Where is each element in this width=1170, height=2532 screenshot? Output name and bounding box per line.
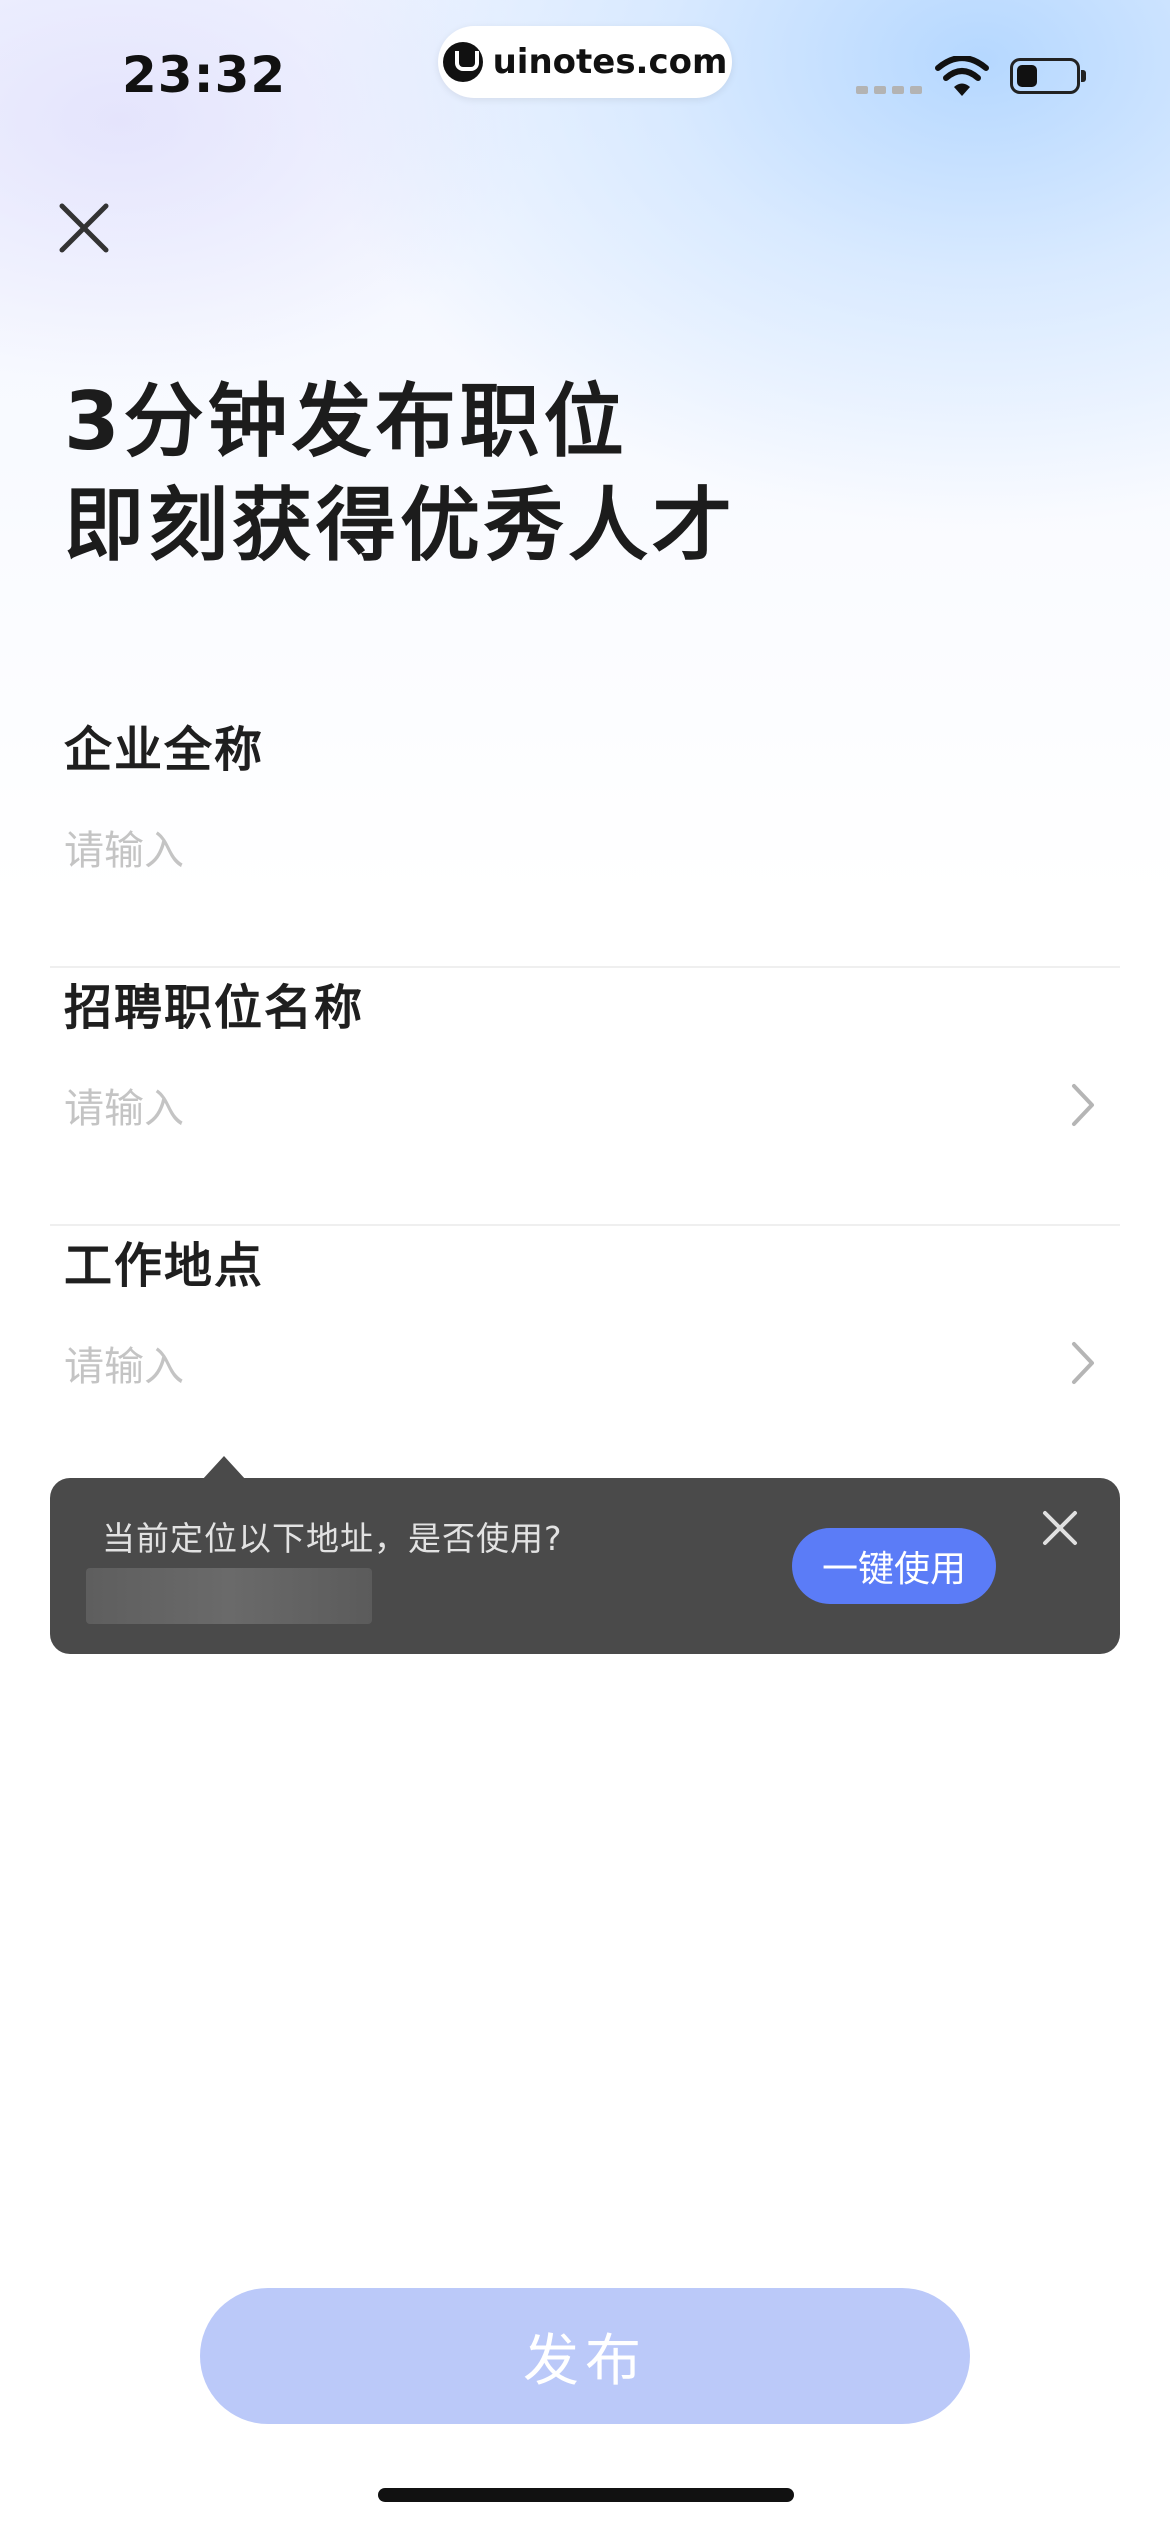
work-location-field[interactable]: 工作地点 [50,1226,1120,1426]
chevron-right-icon [1072,1084,1094,1126]
position-name-label: 招聘职位名称 [64,980,365,1036]
page-title-line2: 即刻获得优秀人才 [64,479,736,572]
company-name-label: 企业全称 [64,722,265,778]
battery-icon [1010,58,1086,94]
work-location-input[interactable] [64,1332,1024,1402]
wifi-icon [935,56,989,96]
battery-level-fill [1017,65,1037,87]
location-suggestion-message: 当前定位以下地址，是否使用? [102,1519,563,1558]
page-title: 3分钟发布职位 即刻获得优秀人才 [64,370,736,578]
status-time: 23:32 [122,46,287,104]
home-indicator[interactable] [378,2488,794,2502]
close-tooltip-icon[interactable] [1040,1508,1080,1548]
cellular-signal-icon [856,86,922,94]
use-location-button[interactable]: 一键使用 [792,1528,996,1604]
url-text: uinotes.com [492,42,728,82]
company-name-input[interactable] [64,816,1024,886]
page-title-line1: 3分钟发布职位 [64,375,628,468]
location-suggestion-tooltip: 当前定位以下地址，是否使用? 一键使用 [50,1456,1120,1654]
suggested-address-redacted [86,1568,372,1624]
site-logo-icon [442,42,483,82]
tooltip-arrow [202,1456,246,1480]
position-name-input[interactable] [64,1074,1024,1144]
company-name-field: 企业全称 [50,710,1120,968]
url-pill[interactable]: uinotes.com [438,26,732,98]
position-name-field[interactable]: 招聘职位名称 [50,968,1120,1226]
work-location-label: 工作地点 [64,1238,265,1294]
chevron-right-icon [1072,1342,1094,1384]
close-icon[interactable] [56,200,112,256]
publish-button[interactable]: 发布 [200,2288,970,2424]
